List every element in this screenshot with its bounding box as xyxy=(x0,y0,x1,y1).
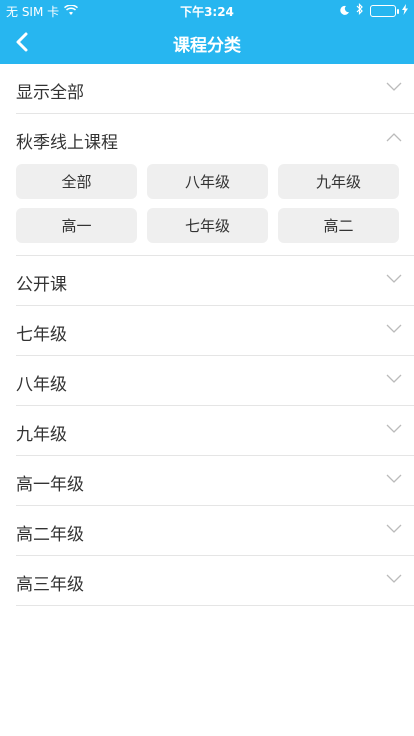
category-row-autumn-online[interactable]: 秋季线上课程 xyxy=(16,114,414,164)
chevron-down-icon xyxy=(386,82,402,91)
option-chip[interactable]: 七年级 xyxy=(147,208,268,243)
option-chip[interactable]: 九年级 xyxy=(278,164,399,199)
option-chip[interactable]: 高一 xyxy=(16,208,137,243)
category-row-senior-1[interactable]: 高一年级 xyxy=(16,456,414,506)
option-chip[interactable]: 全部 xyxy=(16,164,137,199)
category-label: 高一年级 xyxy=(16,475,84,495)
category-label: 秋季线上课程 xyxy=(16,133,118,153)
chevron-down-icon xyxy=(386,524,402,533)
category-label: 八年级 xyxy=(16,375,67,395)
status-bar: 无 SIM 卡 下午3:24 xyxy=(0,0,414,20)
category-label: 九年级 xyxy=(16,425,67,445)
chevron-down-icon xyxy=(386,424,402,433)
navigation-bar: 课程分类 xyxy=(0,20,414,64)
option-chip[interactable]: 高二 xyxy=(278,208,399,243)
header: 无 SIM 卡 下午3:24 课程分类 xyxy=(0,0,414,64)
category-row-grade-7[interactable]: 七年级 xyxy=(16,306,414,356)
category-row-open-class[interactable]: 公开课 xyxy=(16,256,414,306)
category-label: 显示全部 xyxy=(16,83,84,103)
category-label: 高二年级 xyxy=(16,525,84,545)
chevron-down-icon xyxy=(386,324,402,333)
category-list: 显示全部 秋季线上课程 全部 八年级 九年级 高一 七年级 高二 公开课 七年级… xyxy=(0,64,414,606)
category-label: 高三年级 xyxy=(16,575,84,595)
chevron-down-icon xyxy=(386,474,402,483)
category-label: 公开课 xyxy=(16,275,67,295)
chevron-down-icon xyxy=(386,574,402,583)
option-grid: 全部 八年级 九年级 高一 七年级 高二 xyxy=(16,164,414,255)
category-row-show-all[interactable]: 显示全部 xyxy=(16,64,414,114)
category-row-senior-3[interactable]: 高三年级 xyxy=(16,556,414,606)
category-section-autumn-online: 秋季线上课程 全部 八年级 九年级 高一 七年级 高二 xyxy=(16,114,414,256)
page-title: 课程分类 xyxy=(173,36,241,56)
chevron-down-icon xyxy=(386,374,402,383)
option-chip[interactable]: 八年级 xyxy=(147,164,268,199)
chevron-up-icon xyxy=(386,133,402,142)
charging-icon xyxy=(402,3,408,18)
chevron-down-icon xyxy=(386,274,402,283)
moon-icon xyxy=(340,4,350,18)
bluetooth-icon xyxy=(356,3,364,18)
battery-icon xyxy=(370,4,399,17)
category-row-grade-8[interactable]: 八年级 xyxy=(16,356,414,406)
category-label: 七年级 xyxy=(16,325,67,345)
category-row-grade-9[interactable]: 九年级 xyxy=(16,406,414,456)
category-row-senior-2[interactable]: 高二年级 xyxy=(16,506,414,556)
